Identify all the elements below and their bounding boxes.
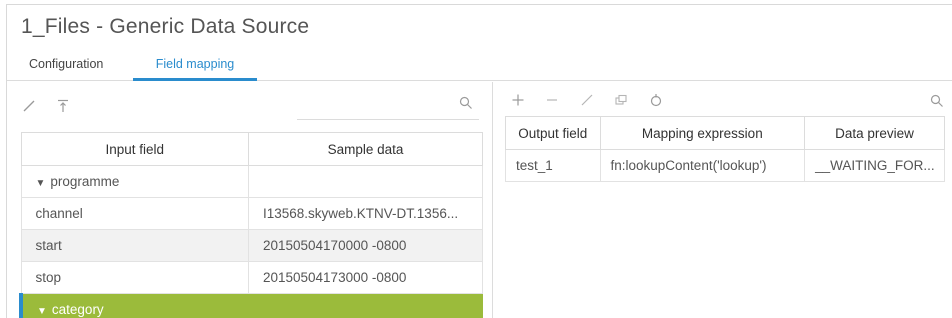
input-field-cell[interactable]: start	[20, 229, 249, 262]
mapping-toolbar	[510, 92, 678, 112]
align-top-icon[interactable]	[55, 98, 71, 114]
input-toolbar	[21, 98, 85, 118]
expand-triangle-icon[interactable]: ▼	[37, 306, 47, 317]
input-field-cell[interactable]: ▼ category	[18, 293, 249, 318]
column-header-data-preview[interactable]: Data preview	[804, 116, 945, 150]
mapping-table: Output field Mapping expression Data pre…	[505, 116, 945, 182]
input-fields-table: Input field Sample data ▼ programme chann…	[18, 132, 484, 318]
column-header-input-field[interactable]: Input field	[20, 132, 249, 166]
window-title: 1_Files - Generic Data Source	[21, 15, 310, 38]
tab-configuration[interactable]: Configuration	[29, 57, 103, 81]
column-header-mapping-expression[interactable]: Mapping expression	[599, 116, 806, 150]
remove-icon[interactable]	[544, 92, 560, 108]
table-row-selected[interactable]: ▼ category	[18, 293, 484, 318]
input-field-cell[interactable]: stop	[20, 261, 249, 294]
input-field-cell[interactable]: ▼ programme	[20, 165, 249, 198]
copy-icon[interactable]	[613, 92, 629, 108]
tab-field-mapping[interactable]: Field mapping	[133, 57, 257, 81]
search-icon[interactable]	[459, 96, 473, 110]
pencil-icon[interactable]	[21, 98, 37, 114]
sample-data-cell	[247, 293, 484, 318]
sample-data-cell	[247, 165, 484, 198]
output-field-cell[interactable]: test_1	[505, 149, 601, 182]
tab-bar: Configuration Field mapping	[7, 51, 952, 81]
table-row[interactable]: stop 20150504173000 -0800	[20, 261, 484, 294]
table-row[interactable]: ▼ programme	[20, 165, 484, 198]
table-row[interactable]: test_1 fn:lookupContent('lookup') __WAIT…	[505, 149, 945, 182]
field-name: programme	[50, 174, 120, 189]
column-header-output-field[interactable]: Output field	[505, 116, 601, 150]
mapping-search-icon[interactable]	[930, 94, 944, 108]
sample-data-cell: 20150504170000 -0800	[247, 229, 484, 262]
input-fields-panel: Input field Sample data ▼ programme chann…	[7, 82, 485, 318]
input-search-field[interactable]	[297, 92, 479, 120]
panel-divider[interactable]	[492, 82, 493, 318]
table-row[interactable]: start 20150504170000 -0800	[20, 229, 484, 262]
input-field-cell[interactable]: channel	[20, 197, 249, 230]
add-icon[interactable]	[510, 92, 526, 108]
field-name: category	[51, 302, 104, 317]
refresh-icon[interactable]	[648, 92, 664, 108]
edit-icon[interactable]	[579, 92, 595, 108]
sample-data-cell: 20150504173000 -0800	[247, 261, 484, 294]
sample-data-cell: I13568.skyweb.KTNV-DT.1356...	[247, 197, 484, 230]
expand-triangle-icon[interactable]: ▼	[36, 178, 46, 189]
column-header-sample-data[interactable]: Sample data	[247, 132, 484, 166]
data-preview-link[interactable]: __WAITING_FOR...	[804, 149, 945, 182]
table-row[interactable]: channel I13568.skyweb.KTNV-DT.1356...	[20, 197, 484, 230]
mapping-expression-cell[interactable]: fn:lookupContent('lookup')	[599, 149, 806, 182]
